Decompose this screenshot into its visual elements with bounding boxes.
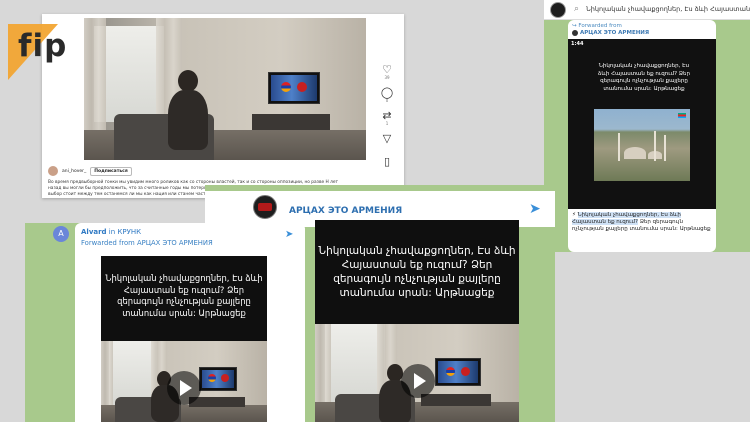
sender-avatar[interactable]: A bbox=[53, 226, 69, 242]
repost-button[interactable]: ⇄ 1 bbox=[372, 110, 402, 132]
room-scene bbox=[84, 18, 366, 160]
channel-title[interactable]: АРЦАХ ЭТО АРМЕНИЯ bbox=[289, 206, 402, 216]
telegram-channel-panel: ⌕ Նիկոլական չհավաքցողներ, Էս ձևի Հայաստա… bbox=[544, 0, 750, 252]
video-frame bbox=[101, 341, 267, 422]
post-video[interactable] bbox=[84, 18, 366, 160]
lightning-icon: ⚡ bbox=[572, 212, 576, 218]
post-author: ani_hover_ Подписаться bbox=[48, 166, 132, 176]
message-bubble: Alvard in КРУНК Forwarded from АРЦАХ ЭТО… bbox=[75, 223, 305, 422]
send-icon[interactable]: ➤ bbox=[285, 229, 293, 240]
message-video[interactable]: 1:44 Նիկոլական չհավաքցողներ, Էս ձևի Հայա… bbox=[568, 39, 716, 209]
channel-avatar bbox=[572, 30, 578, 36]
video-overlay-text: Նիկոլական չհավաքցողներ, Էս ձևի Հայաստան … bbox=[105, 273, 263, 318]
in-label: in bbox=[106, 228, 118, 236]
channel-avatar[interactable] bbox=[253, 195, 277, 219]
like-button[interactable]: ♡ 39 bbox=[372, 64, 402, 86]
social-video-post: ♡ 39 ◯ 0 ⇄ 1 ▽ ▯ ani_hover_ Подписаться … bbox=[42, 14, 404, 198]
post-actions-rail: ♡ 39 ◯ 0 ⇄ 1 ▽ ▯ bbox=[372, 64, 402, 179]
channel-message: ↪ Forwarded from АРЦАХ ЭТО АРМЕНИЯ 1:44 … bbox=[568, 20, 716, 252]
comment-count: 0 bbox=[385, 98, 389, 103]
sender-line: Alvard in КРУНК bbox=[81, 228, 141, 236]
subscribe-button[interactable]: Подписаться bbox=[90, 166, 132, 176]
bookmark-icon: ▯ bbox=[383, 155, 391, 168]
forwarded-from-label[interactable]: Forwarded from АРЦАХ ЭТО АРМЕНИЯ bbox=[81, 239, 213, 247]
play-button[interactable] bbox=[401, 364, 435, 398]
search-bar: ⌕ Նիկոլական չհավաքցողներ, Էս ձևի Հայաստա… bbox=[544, 0, 750, 20]
repost-count: 1 bbox=[385, 121, 389, 126]
video-frame bbox=[315, 324, 519, 422]
forwarded-channel-link[interactable]: АРЦАХ ЭТО АРМЕНИЯ bbox=[572, 30, 649, 36]
channel-name[interactable]: АРЦАХ ЭТО АРМЕНИЯ bbox=[580, 30, 649, 36]
message-video[interactable]: Նիկոլական չհավաքցողներ, Էս ձևի Հայաստան … bbox=[101, 256, 267, 422]
fip-logo: fip bbox=[8, 24, 70, 80]
group-name[interactable]: КРУНК bbox=[117, 228, 141, 236]
send-icon[interactable]: ➤ bbox=[529, 201, 541, 217]
sender-name[interactable]: Alvard bbox=[81, 228, 107, 236]
forwarded-label: ↪ Forwarded from bbox=[572, 23, 622, 29]
message-caption: ⚡ Նիկոլական չհավաքցողներ, Էս ձևի Հայաստա… bbox=[572, 212, 714, 233]
video-duration: 1:44 bbox=[571, 41, 584, 47]
city-image bbox=[594, 109, 690, 181]
telegram-forwarded-message: A Alvard in КРУНК Forwarded from АРЦАХ Э… bbox=[25, 223, 305, 422]
video-overlay-text: Նիկոլական չհավաքցողներ, Էս ձևի Հայաստան … bbox=[598, 63, 690, 92]
avatar[interactable] bbox=[48, 166, 58, 176]
username[interactable]: ani_hover_ bbox=[62, 169, 86, 174]
search-icon: ⌕ bbox=[574, 4, 580, 14]
video-overlay-text: Նիկոլական չհավաքցողներ, Էս ձևի Հայաստան … bbox=[318, 245, 516, 299]
play-button[interactable] bbox=[167, 371, 201, 405]
channel-video[interactable]: Նիկոլական չհավաքցողներ, Էս ձևի Հայաստան … bbox=[315, 220, 519, 422]
share-button[interactable]: ▽ bbox=[372, 133, 402, 155]
like-count: 39 bbox=[384, 75, 390, 80]
forward-icon: ↪ bbox=[572, 23, 577, 29]
flag-icon bbox=[678, 113, 686, 118]
comment-button[interactable]: ◯ 0 bbox=[372, 87, 402, 109]
avatar[interactable] bbox=[550, 2, 566, 18]
send-icon: ▽ bbox=[382, 132, 392, 145]
save-button[interactable]: ▯ bbox=[372, 156, 402, 178]
search-input[interactable]: Նիկոլական չհավաքցողներ, Էս ձևի Հայաստան … bbox=[586, 5, 750, 13]
logo-text: fip bbox=[18, 28, 68, 64]
